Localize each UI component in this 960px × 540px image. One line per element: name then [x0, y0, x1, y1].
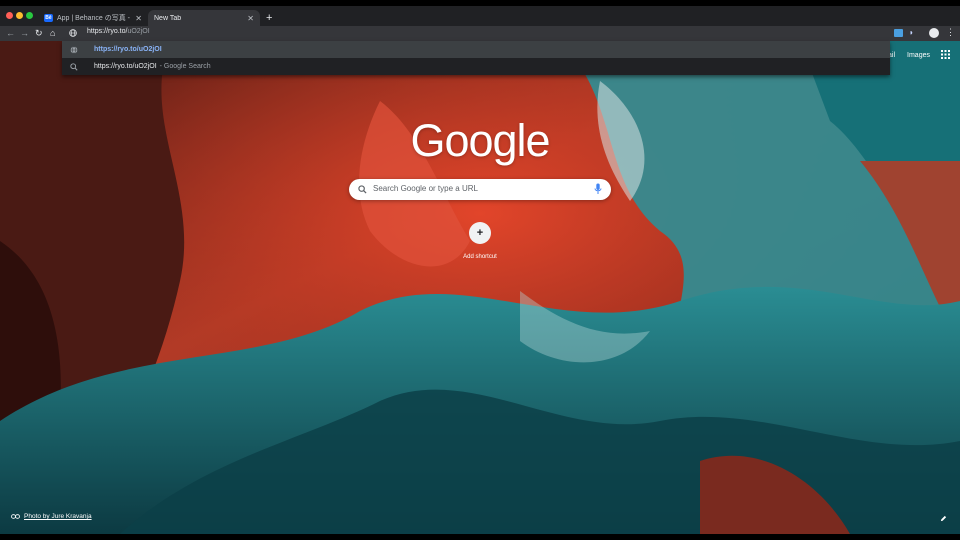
apps-grid-icon[interactable] — [941, 50, 950, 59]
photo-credit[interactable]: Photo by Jure Kravanja — [11, 513, 92, 520]
pencil-icon[interactable] — [940, 515, 947, 522]
suggestion-search[interactable]: https://ryo.to/uO2jOI - Google Search — [62, 58, 890, 75]
behance-favicon-icon: Bē — [44, 14, 53, 22]
add-shortcut-button[interactable]: + — [469, 222, 491, 244]
window-minimize-button[interactable] — [16, 12, 23, 19]
bookmark-extension-icon[interactable]: ◗ — [909, 28, 914, 37]
tab-new-tab[interactable]: New Tab ✕ — [148, 10, 260, 26]
reload-icon[interactable]: ↻ — [35, 27, 43, 39]
browser-window: Bē App | Behance の写真 - ビデオ ✕ New Tab ✕ +… — [0, 0, 960, 540]
plus-icon[interactable]: + — [266, 12, 272, 24]
ntp-search-box[interactable]: Search Google or type a URL — [349, 179, 611, 200]
suggestion-url-text: https://ryo.to/uO2jOI — [94, 46, 162, 53]
globe-icon — [70, 45, 78, 54]
tab-strip: Bē App | Behance の写真 - ビデオ ✕ New Tab ✕ + — [0, 6, 960, 26]
forward-arrow-icon[interactable]: → — [20, 27, 29, 39]
back-arrow-icon[interactable]: ← — [6, 27, 15, 39]
omnibox-suggestions: https://ryo.to/uO2jOI https://ryo.to/uO2… — [62, 41, 890, 75]
suggestion-search-hint: - Google Search — [159, 63, 211, 70]
google-logo: Google — [410, 115, 550, 166]
window-close-button[interactable] — [6, 12, 13, 19]
tab-title: New Tab — [154, 14, 182, 22]
omnibox-input[interactable]: https://ryo.to/uO2jOI — [87, 28, 150, 35]
close-icon[interactable]: ✕ — [135, 14, 142, 23]
close-icon[interactable]: ✕ — [247, 14, 254, 23]
bottom-letterbox — [0, 534, 960, 540]
suggestion-url[interactable]: https://ryo.to/uO2jOI — [62, 41, 890, 58]
omnibox-url-path: uO2jOI — [127, 28, 150, 35]
search-placeholder: Search Google or type a URL — [373, 184, 478, 193]
search-icon — [70, 62, 78, 71]
link-icon — [11, 514, 20, 519]
microphone-icon[interactable] — [594, 183, 602, 195]
photo-credit-link[interactable]: Photo by Jure Kravanja — [24, 513, 92, 520]
window-maximize-button[interactable] — [26, 12, 33, 19]
add-shortcut-label: Add shortcut — [463, 254, 497, 260]
kebab-menu-icon[interactable]: ⋮ — [946, 27, 955, 38]
search-icon — [358, 185, 367, 194]
tab-behance[interactable]: Bē App | Behance の写真 - ビデオ ✕ — [38, 10, 148, 26]
new-tab-page: Gmail Images Google Search Google or typ… — [0, 41, 960, 534]
home-icon[interactable]: ⌂ — [50, 27, 55, 39]
suggestion-search-text: https://ryo.to/uO2jOI — [94, 63, 157, 70]
tab-title: App | Behance の写真 - ビデオ — [57, 15, 131, 22]
images-link[interactable]: Images — [907, 52, 930, 59]
omnibox-url-host: https://ryo.to/ — [87, 28, 128, 35]
profile-avatar-icon[interactable] — [929, 28, 939, 38]
globe-icon — [69, 29, 77, 37]
extension-icon[interactable] — [894, 29, 903, 37]
toolbar: ← → ↻ ⌂ https://ryo.to/uO2jOI ◗ ⋮ — [0, 26, 960, 41]
